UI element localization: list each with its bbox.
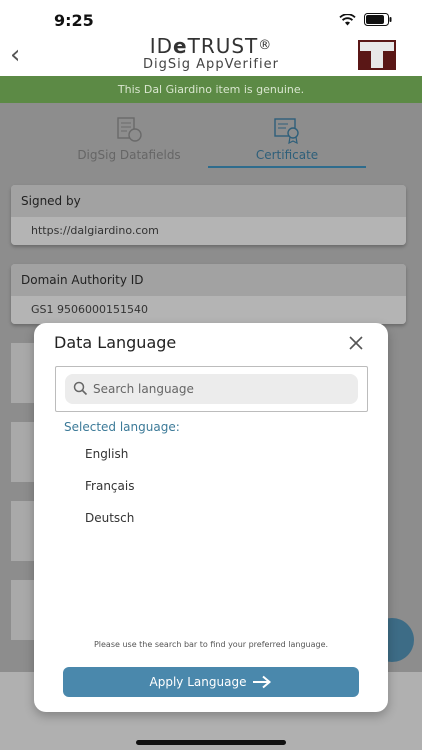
arrow-right-icon [253,675,272,689]
card-title: Signed by [11,185,406,217]
status-time: 9:25 [54,11,94,30]
document-seal-icon [117,117,142,142]
status-icons [339,13,392,26]
language-list: English Français Deutsch [85,443,345,539]
search-language-input[interactable] [93,374,351,404]
apply-language-button[interactable]: Apply Language [63,667,359,697]
tab-certificate[interactable]: Certificate [208,110,366,168]
search-frame [55,366,368,412]
certificate-icon [274,118,299,144]
wifi-icon [339,13,356,25]
card-title: Domain Authority ID [11,264,406,296]
card-value: GS1 9506000151540 [11,296,406,324]
language-option-deutsch[interactable]: Deutsch [85,507,345,539]
app-header: ‹ IDeTRUST® DigSig AppVerifier [0,36,422,74]
card-domain-authority-id: Domain Authority ID GS1 9506000151540 [11,264,406,324]
dialog-title: Data Language [54,333,177,352]
home-indicator [136,740,286,745]
selected-language-label: Selected language: [64,420,180,434]
apply-language-label: Apply Language [149,675,247,689]
close-icon[interactable] [348,335,364,351]
battery-icon [364,13,392,26]
data-language-dialog: Data Language Selected language: English… [34,323,388,712]
genuine-banner: This Dal Giardino item is genuine. [0,76,422,103]
card-value: https://dalgiardino.com [11,217,406,245]
card-signed-by: Signed by https://dalgiardino.com [11,185,406,245]
tab-bar: DigSig Datafields Certificate [50,110,372,168]
search-icon [73,381,88,396]
language-option-english[interactable]: English [85,443,345,475]
search-hint: Please use the search bar to find your p… [93,640,329,649]
tab-digsig-datafields[interactable]: DigSig Datafields [50,110,208,168]
company-logo [358,40,396,70]
search-bar [65,374,358,404]
language-option-francais[interactable]: Français [85,475,345,507]
